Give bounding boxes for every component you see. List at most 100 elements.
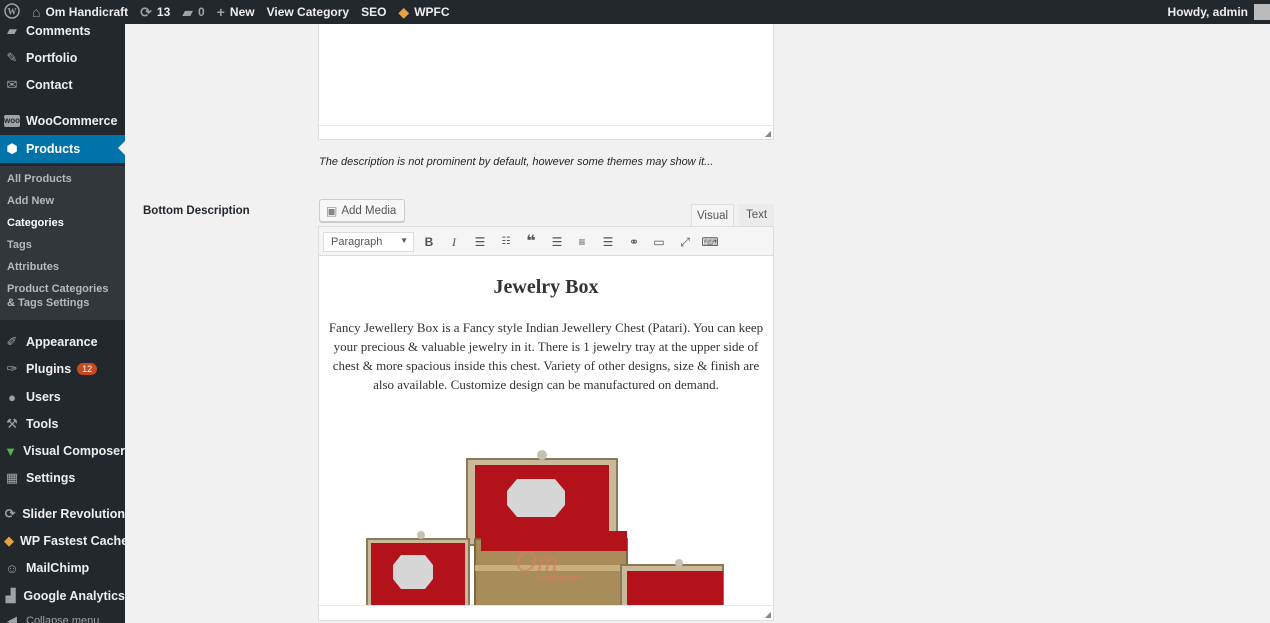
menu-label: Tools	[26, 417, 59, 431]
bullet-list-icon[interactable]: ☰	[471, 234, 489, 250]
editor-statusbar: ◢	[319, 125, 773, 139]
tab-visual[interactable]: Visual	[691, 204, 734, 226]
chimp-icon: ☺	[5, 560, 19, 576]
tab-text[interactable]: Text	[739, 204, 774, 226]
vc-icon: ▼	[4, 443, 17, 459]
refresh-icon: ⟳	[4, 506, 16, 521]
site-name-link[interactable]: ⌂ Om Handicraft	[26, 0, 134, 24]
read-more-icon[interactable]: ▭	[650, 234, 668, 250]
comments-link[interactable]: ▰ 0	[176, 0, 210, 24]
main-content: ◢ The description is not prominent by de…	[125, 24, 1270, 623]
updates-link[interactable]: ⟳ 13	[134, 0, 176, 24]
menu-label: Comments	[26, 24, 91, 38]
menu-label: WP Fastest Cache	[20, 534, 125, 548]
submenu-categories[interactable]: Categories	[7, 216, 64, 230]
menu-woocommerce[interactable]: woo WooCommerce	[0, 108, 125, 134]
menu-slider-revolution[interactable]: ⟳ Slider Revolution	[0, 501, 125, 527]
wrench-icon: ⚒	[6, 416, 18, 431]
wpfc-link[interactable]: ◆ WPFC	[392, 0, 455, 24]
menu-plugins[interactable]: ✑ Plugins 12	[0, 356, 125, 382]
bold-icon[interactable]: B	[420, 234, 438, 250]
cheetah-icon: ◆	[398, 3, 410, 20]
menu-label: WooCommerce	[26, 114, 118, 128]
box-icon: ⬢	[6, 141, 18, 156]
submenu-tags[interactable]: Tags	[7, 238, 32, 252]
align-right-icon[interactable]: ☰	[599, 234, 617, 250]
menu-label: Contact	[26, 78, 73, 92]
add-media-button[interactable]: ▣ Add Media	[319, 199, 406, 222]
refresh-icon: ⟳	[140, 3, 152, 20]
cheetah-icon: ◆	[4, 533, 14, 548]
admin-sidebar: ▰ Comments ✎ Portfolio ✉ Contact woo Woo…	[0, 24, 125, 623]
resize-handle-icon[interactable]: ◢	[765, 129, 771, 138]
editor-document[interactable]: Jewelry Box Fancy Jewellery Box is a Fan…	[319, 257, 773, 607]
user-icon: ●	[8, 389, 16, 405]
media-icon: ▣	[326, 203, 338, 218]
woo-icon: woo	[4, 115, 20, 127]
menu-products[interactable]: ⬢ Products	[0, 135, 125, 163]
toolbar-toggle-icon[interactable]: ⌨	[701, 234, 719, 250]
align-center-icon[interactable]: ≡	[573, 234, 591, 250]
chevron-down-icon: ▼	[400, 236, 408, 245]
menu-wp-fastest-cache[interactable]: ◆ WP Fastest Cache	[0, 528, 125, 554]
view-category-link[interactable]: View Category	[261, 0, 355, 24]
view-category-label: View Category	[266, 5, 350, 19]
submenu-add-new[interactable]: Add New	[7, 194, 54, 208]
resize-handle-icon[interactable]: ◢	[765, 610, 771, 619]
bottom-description-editor[interactable]: Paragraph ▼ B I ☰ ☷ ❝ ☰ ≡ ☰ ⚭ ▭ ⤢ ⌨ Jewe…	[318, 226, 774, 621]
my-account-link[interactable]: Howdy, admin	[1162, 0, 1270, 24]
menu-label: Users	[26, 390, 61, 404]
wordpress-icon: W	[4, 2, 20, 22]
menu-google-analytics[interactable]: ▟ Google Analytics	[0, 583, 125, 609]
wp-logo-button[interactable]: W	[0, 0, 26, 24]
settings-icon: ▦	[5, 470, 19, 485]
link-icon[interactable]: ⚭	[625, 234, 643, 250]
new-label: New	[229, 5, 255, 19]
submenu-attributes[interactable]: Attributes	[7, 260, 59, 274]
products-submenu: All Products Add New Categories Tags Att…	[0, 166, 125, 320]
menu-mailchimp[interactable]: ☺ MailChimp	[0, 555, 125, 581]
numbered-list-icon[interactable]: ☷	[497, 234, 515, 250]
comment-icon: ▰	[182, 3, 194, 20]
jewelry-box-image[interactable]: Om HANDICRAFT	[359, 447, 725, 607]
menu-tools[interactable]: ⚒ Tools	[0, 411, 125, 437]
fullscreen-icon[interactable]: ⤢	[676, 234, 694, 250]
menu-contact[interactable]: ✉ Contact	[0, 72, 125, 98]
menu-visual-composer[interactable]: ▼ Visual Composer	[0, 438, 125, 464]
seo-link[interactable]: SEO	[355, 0, 392, 24]
menu-settings[interactable]: ▦ Settings	[0, 465, 125, 491]
menu-label: MailChimp	[26, 561, 90, 575]
submenu-all-products[interactable]: All Products	[7, 172, 72, 186]
new-content-link[interactable]: + New	[211, 0, 261, 24]
content-paragraph: Fancy Jewellery Box is a Fancy style Ind…	[328, 320, 764, 392]
updates-count: 13	[156, 5, 171, 19]
plugins-update-badge: 12	[77, 363, 98, 375]
description-editor-bottom-part[interactable]: ◢	[318, 24, 774, 140]
add-media-label: Add Media	[341, 204, 397, 217]
greeting: Howdy, admin	[1167, 5, 1248, 19]
blockquote-icon[interactable]: ❝	[522, 234, 540, 250]
plug-icon: ✑	[6, 361, 18, 376]
site-name: Om Handicraft	[45, 5, 129, 19]
bottom-description-label: Bottom Description	[143, 205, 250, 217]
menu-portfolio[interactable]: ✎ Portfolio	[0, 45, 125, 71]
submenu-product-categories-tags-settings[interactable]: Product Categories & Tags Settings	[7, 282, 119, 310]
paintbrush-icon: ✐	[6, 334, 18, 349]
menu-appearance[interactable]: ✐ Appearance	[0, 329, 125, 355]
content-heading: Jewelry Box	[493, 276, 599, 298]
italic-icon[interactable]: I	[445, 234, 463, 250]
menu-users[interactable]: ● Users	[0, 384, 125, 410]
pin-icon: ✎	[6, 50, 18, 65]
align-left-icon[interactable]: ☰	[548, 234, 566, 250]
menu-label: Products	[26, 142, 81, 156]
editor-statusbar-bottom: ◢	[319, 605, 773, 620]
comment-icon: ▰	[7, 24, 17, 38]
menu-comments[interactable]: ▰ Comments	[0, 24, 125, 44]
seo-label: SEO	[361, 5, 387, 19]
menu-label: Google Analytics	[23, 589, 125, 603]
menu-collapse[interactable]: ◀ Collapse menu	[0, 608, 125, 623]
description-hint: The description is not prominent by defa…	[319, 156, 714, 168]
plus-icon: +	[216, 4, 225, 20]
wpfc-label: WPFC	[414, 5, 450, 19]
format-select[interactable]: Paragraph ▼	[323, 232, 414, 252]
